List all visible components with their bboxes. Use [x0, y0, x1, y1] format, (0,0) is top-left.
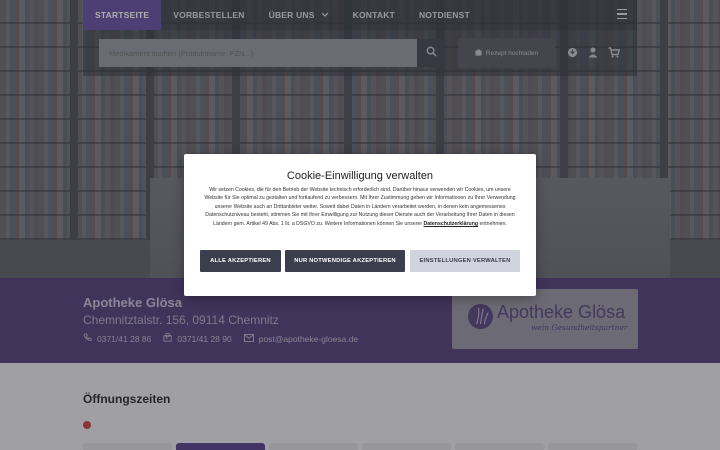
cookie-dialog-title: Cookie-Einwilligung verwalten — [286, 170, 434, 182]
accept-necessary-button[interactable]: NUR NOTWENDIGE AKZEPTIEREN — [285, 250, 405, 272]
cookie-consent-dialog: Cookie-Einwilligung verwalten Wir setzen… — [184, 154, 536, 296]
privacy-policy-link[interactable]: Datenschutzerklärung — [424, 221, 478, 227]
manage-settings-button[interactable]: EINSTELLUNGEN VERWALTEN — [410, 250, 520, 272]
cookie-dialog-text: Wir setzen Cookies, die für den Betrieb … — [204, 187, 516, 227]
accept-all-button[interactable]: ALLE AKZEPTIEREN — [200, 250, 281, 272]
